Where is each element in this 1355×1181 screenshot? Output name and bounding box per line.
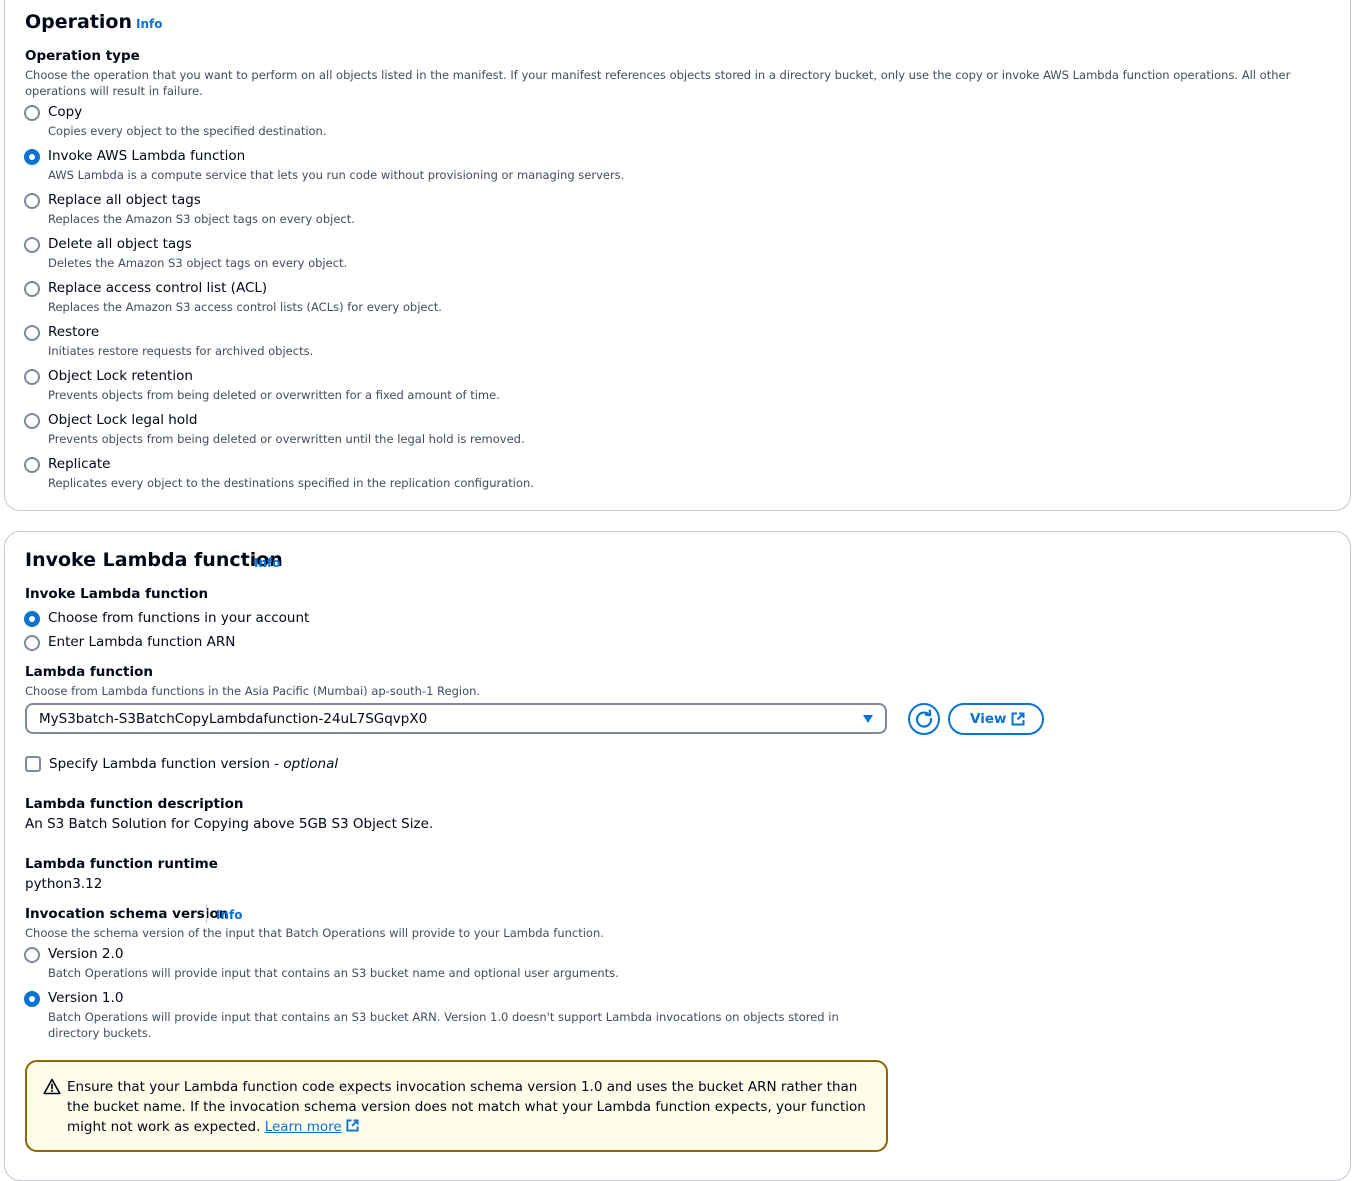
radio-option-label: Version 2.0 [48,946,124,962]
specify-version-checkbox[interactable] [25,756,41,772]
radio-unselected[interactable] [24,105,40,121]
radio-option-desc: Replicates every object to the destinati… [48,476,534,490]
lambda-function-select[interactable]: MyS3batch-S3BatchCopyLambdafunction-24uL… [25,703,887,734]
radio-unselected[interactable] [24,413,40,429]
radio-option-desc: Prevents objects from being deleted or o… [48,388,500,402]
radio-option-label: Restore [48,324,100,340]
radio-option-desc: Prevents objects from being deleted or o… [48,432,525,446]
radio-option-desc: Batch Operations will provide input that… [48,1010,839,1040]
radio-option-desc: AWS Lambda is a compute service that let… [48,168,625,182]
radio-option-desc: Replaces the Amazon S3 access control li… [48,300,442,314]
operation-info-link[interactable]: Info [136,17,162,31]
radio-option-desc: Replaces the Amazon S3 object tags on ev… [48,212,355,226]
operation-type-label: Operation type [25,48,140,64]
refresh-button[interactable] [908,703,940,735]
lambda-description-value: An S3 Batch Solution for Copying above 5… [25,816,434,832]
warning-alert: Ensure that your Lambda function code ex… [25,1060,888,1152]
radio-unselected[interactable] [24,237,40,253]
lambda-description-label: Lambda function description [25,796,244,812]
radio-option-label: Choose from functions in your account [48,610,310,626]
radio-selected[interactable] [24,991,40,1007]
view-button-label: View [970,711,1007,727]
schema-info-link[interactable]: Info [216,908,242,922]
learn-more-link[interactable]: Learn more [265,1119,342,1135]
radio-option-label: Version 1.0 [48,990,124,1006]
lambda-runtime-label: Lambda function runtime [25,856,218,872]
external-link-icon [1011,712,1025,726]
radio-option-label: Object Lock legal hold [48,412,198,428]
radio-option-desc: Initiates restore requests for archived … [48,344,314,358]
radio-option-label: Copy [48,104,83,120]
lambda-function-select-value: MyS3batch-S3BatchCopyLambdafunction-24uL… [39,711,428,727]
schema-version-desc: Choose the schema version of the input t… [25,926,604,940]
warning-icon [43,1078,61,1095]
radio-unselected[interactable] [24,369,40,385]
invoke-lambda-title: Invoke Lambda function [25,549,283,571]
radio-option-desc: Batch Operations will provide input that… [48,966,619,980]
view-function-button[interactable]: View [948,703,1044,735]
operation-type-desc: Choose the operation that you want to pe… [25,68,1291,98]
radio-unselected[interactable] [24,635,40,651]
radio-option-label: Delete all object tags [48,236,192,252]
radio-option-label: Replace all object tags [48,192,201,208]
radio-selected[interactable] [24,611,40,627]
schema-version-label: Invocation schema version [25,906,229,922]
lambda-function-desc: Choose from Lambda functions in the Asia… [25,684,481,698]
invoke-source-label: Invoke Lambda function [25,586,209,602]
radio-option-label: Enter Lambda function ARN [48,634,236,650]
radio-unselected[interactable] [24,193,40,209]
specify-version-label: Specify Lambda function version - option… [49,756,339,772]
caret-down-icon [863,715,873,723]
external-link-icon [346,1119,359,1132]
radio-option-label: Replicate [48,456,111,472]
refresh-icon [915,709,933,728]
radio-option-desc: Copies every object to the specified des… [48,124,327,138]
radio-unselected[interactable] [24,457,40,473]
operation-title: Operation [25,11,133,33]
invoke-lambda-info-link[interactable]: Info [254,556,280,570]
radio-selected[interactable] [24,149,40,165]
radio-option-desc: Deletes the Amazon S3 object tags on eve… [48,256,348,270]
lambda-function-label: Lambda function [25,664,153,680]
warning-text: Ensure that your Lambda function code ex… [67,1079,866,1135]
radio-unselected[interactable] [24,325,40,341]
label-divider [206,905,207,923]
radio-option-label: Replace access control list (ACL) [48,280,268,296]
radio-unselected[interactable] [24,281,40,297]
radio-option-label: Object Lock retention [48,368,193,384]
lambda-runtime-value: python3.12 [25,876,103,892]
radio-option-label: Invoke AWS Lambda function [48,148,246,164]
radio-unselected[interactable] [24,947,40,963]
